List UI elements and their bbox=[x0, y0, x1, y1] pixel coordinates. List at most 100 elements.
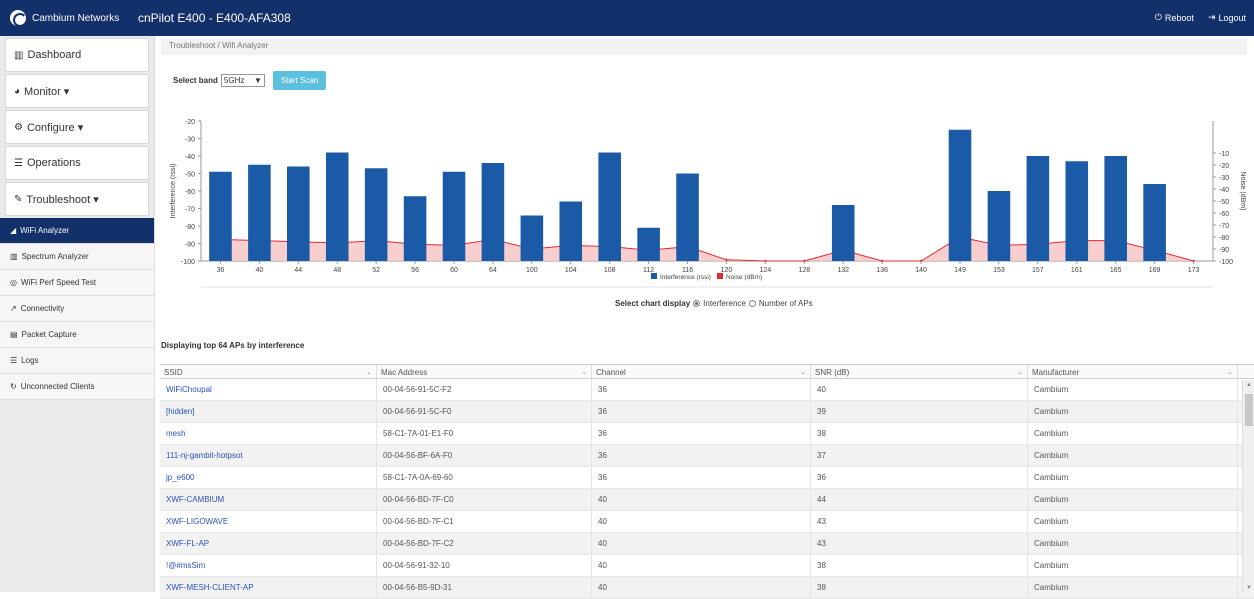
ssid-cell[interactable]: XWF-CAMBIUM bbox=[160, 489, 377, 510]
interference-bar bbox=[1104, 156, 1127, 261]
mac-cell: 00-04-56-B5-9D-31 bbox=[377, 577, 592, 598]
manufacturer-cell: Cambium bbox=[1028, 423, 1238, 444]
chevron-down-icon: ⌄ bbox=[581, 369, 587, 376]
column-header-mac[interactable]: Mac Address ⌄ bbox=[377, 365, 592, 378]
sidebar-item-troubleshoot[interactable]: ✎ Troubleshoot ▾ bbox=[5, 182, 149, 216]
ssid-cell[interactable]: [hidden] bbox=[160, 401, 377, 422]
ssid-cell[interactable]: XWF-FL-AP bbox=[160, 533, 377, 554]
wifi-interference-chart: -20 -30 -40 -50 -60 -70 -80 -90 -100 -10 -20 -30 -40… bbox=[170, 119, 1246, 288]
sidebar: ▥ Dashboard ◕ Monitor ▾ ⚙ Configure ▾ ☰ … bbox=[0, 36, 155, 592]
sidebar-item-logs[interactable]: ☰ Logs bbox=[0, 348, 154, 374]
sidebar-item-speed-test[interactable]: ◎ WiFi Perf Speed Test bbox=[0, 270, 154, 296]
interference-bar bbox=[325, 152, 349, 261]
scroll-thumb[interactable] bbox=[1245, 394, 1253, 426]
sidebar-item-spectrum-analyzer[interactable]: ▥ Spectrum Analyzer bbox=[0, 244, 154, 270]
manufacturer-cell: Cambium bbox=[1028, 379, 1238, 400]
channel-cell: 36 bbox=[592, 445, 811, 466]
chart-display-selector: Select chart display Interference Number… bbox=[615, 299, 813, 308]
x-tick-label: 52 bbox=[372, 267, 380, 274]
scroll-down-icon[interactable]: ▼ bbox=[1246, 585, 1252, 591]
ssid-cell[interactable]: WiFiChoupal bbox=[160, 379, 377, 400]
sidebar-item-wifi-analyzer[interactable]: ◢ WiFi Analyzer bbox=[0, 218, 154, 244]
interference-bar bbox=[598, 152, 621, 261]
band-select[interactable]: 5GHz ▼ bbox=[220, 74, 265, 87]
ssid-cell[interactable]: XWF-LIGOWAVE bbox=[160, 511, 377, 532]
snr-cell: 38 bbox=[811, 423, 1028, 444]
interference-bar bbox=[831, 205, 855, 261]
column-label: SNR (dB) bbox=[815, 368, 850, 377]
table-row[interactable]: XWF-CAMBIUM 00-04-56-BD-7F-C0 40 44 Cambium bbox=[160, 489, 1254, 511]
x-tick-label: 36 bbox=[217, 267, 225, 274]
ssid-cell[interactable]: XWF-MESH-CLIENT-AP bbox=[160, 577, 377, 598]
sidebar-item-label: Troubleshoot ▾ bbox=[26, 193, 99, 206]
list-icon: ☰ bbox=[10, 356, 18, 365]
sidebar-item-operations[interactable]: ☰ Operations bbox=[5, 146, 149, 180]
num-aps-option-label: Number of APs bbox=[758, 299, 813, 308]
interference-bar bbox=[287, 166, 310, 261]
x-tick-label: 165 bbox=[1110, 267, 1122, 274]
logout-icon: ⇥ bbox=[1207, 12, 1216, 22]
bar-chart-icon: ▥ bbox=[14, 49, 24, 61]
mac-cell: 00-04-56-BD-7F-C0 bbox=[377, 489, 592, 510]
sidebar-item-monitor[interactable]: ◕ Monitor ▾ bbox=[5, 74, 149, 108]
sidebar-item-unconnected-clients[interactable]: ↻ Unconnected Clients bbox=[0, 374, 154, 400]
band-value: 5GHz bbox=[223, 76, 245, 85]
ssid-cell[interactable]: mesh bbox=[160, 423, 377, 444]
num-aps-radio[interactable] bbox=[748, 300, 756, 307]
chevron-down-icon: ⌄ bbox=[1227, 369, 1233, 376]
chevron-down-icon: ⌄ bbox=[366, 369, 372, 376]
column-header-snr[interactable]: SNR (dB) ⌄ bbox=[811, 365, 1028, 378]
sidebar-item-dashboard[interactable]: ▥ Dashboard bbox=[5, 38, 149, 72]
table-row[interactable]: XWF-FL-AP 00-04-56-BD-7F-C2 40 43 Cambium bbox=[160, 533, 1254, 555]
mac-cell: 00-04-56-BD-7F-C1 bbox=[377, 511, 592, 532]
column-header-channel[interactable]: Channel ⌄ bbox=[592, 365, 811, 378]
table-row[interactable]: mesh 58-C1-7A-01-E1-F0 36 38 Cambium bbox=[160, 423, 1254, 445]
snr-cell: 40 bbox=[811, 379, 1028, 400]
mac-cell: 00-04-56-91-32-10 bbox=[377, 555, 592, 576]
table-row[interactable]: WiFiChoupal 00-04-56-91-5C-F2 36 40 Cambium bbox=[160, 379, 1254, 401]
column-header-manufacturer[interactable]: Manufacturer ⌄ bbox=[1028, 365, 1238, 378]
hdd-icon: ▤ bbox=[10, 330, 18, 339]
interference-radio[interactable] bbox=[693, 300, 701, 307]
table-row[interactable]: XWF-MESH-CLIENT-AP 00-04-56-B5-9D-31 40 38 C… bbox=[160, 577, 1254, 599]
ssid-cell[interactable]: !@#msSim bbox=[160, 555, 377, 576]
sidebar-item-connectivity[interactable]: ↗ Connectivity bbox=[0, 296, 154, 322]
interference-bar bbox=[442, 171, 466, 261]
sidebar-item-configure[interactable]: ⚙ Configure ▾ bbox=[5, 110, 149, 144]
x-tick-label: 169 bbox=[1149, 267, 1161, 274]
brand-name: Cambium Networks bbox=[32, 12, 120, 24]
x-tick-label: 124 bbox=[760, 267, 772, 274]
sidebar-item-label: WiFi Perf Speed Test bbox=[20, 278, 96, 287]
reboot-button[interactable]: ⏻ Reboot bbox=[1155, 12, 1194, 23]
legend-swatch-interference bbox=[651, 273, 657, 279]
table-row[interactable]: XWF-LIGOWAVE 00-04-56-BD-7F-C1 40 43 Cambium bbox=[160, 511, 1254, 533]
start-scan-button[interactable]: Start Scan bbox=[272, 71, 327, 90]
sidebar-item-packet-capture[interactable]: ▤ Packet Capture bbox=[0, 322, 154, 348]
snr-cell: 39 bbox=[811, 401, 1028, 422]
table-row[interactable]: !@#msSim 00-04-56-91-32-10 40 38 Cambium bbox=[160, 555, 1254, 577]
legend-swatch-noise bbox=[717, 273, 723, 279]
ssid-cell[interactable]: jp_e600 bbox=[160, 467, 377, 488]
table-scrollbar[interactable]: ▲ ▼ bbox=[1242, 380, 1254, 592]
table-row[interactable]: 111-nj-gambit-hotpsot 00-04-56-BF-6A-F0 36… bbox=[160, 445, 1254, 467]
y2-tick-label: -40 bbox=[1219, 187, 1229, 194]
table-row[interactable]: jp_e600 58-C1-7A-0A-69-60 36 36 Cambium bbox=[160, 467, 1254, 489]
interference-bar bbox=[1026, 156, 1050, 261]
speedometer-icon: ◎ bbox=[10, 278, 17, 287]
ssid-cell[interactable]: 111-nj-gambit-hotpsot bbox=[160, 445, 377, 466]
x-tick-label: 104 bbox=[565, 267, 577, 274]
y2-tick-label: -100 bbox=[1219, 259, 1233, 266]
logout-label: Logout bbox=[1218, 12, 1246, 23]
brand-logo[interactable]: Cambium Networks bbox=[10, 9, 119, 27]
x-tick-label: 161 bbox=[1071, 267, 1083, 274]
table-row[interactable]: [hidden] 00-04-56-91-5C-F0 36 39 Cambium bbox=[160, 401, 1254, 423]
snr-cell: 43 bbox=[811, 511, 1028, 532]
channel-cell: 40 bbox=[592, 489, 811, 510]
column-header-ssid[interactable]: SSID ⌄ bbox=[160, 365, 377, 378]
ap-table: SSID ⌄ Mac Address ⌄ Channel ⌄ SNR (dB) ⌄ Ma… bbox=[160, 364, 1254, 599]
logout-button[interactable]: ⇥ Logout bbox=[1208, 12, 1246, 23]
interference-bar bbox=[676, 173, 699, 261]
manufacturer-cell: Cambium bbox=[1028, 555, 1238, 576]
interference-bar bbox=[559, 201, 583, 261]
scroll-up-icon[interactable]: ▲ bbox=[1246, 382, 1252, 388]
